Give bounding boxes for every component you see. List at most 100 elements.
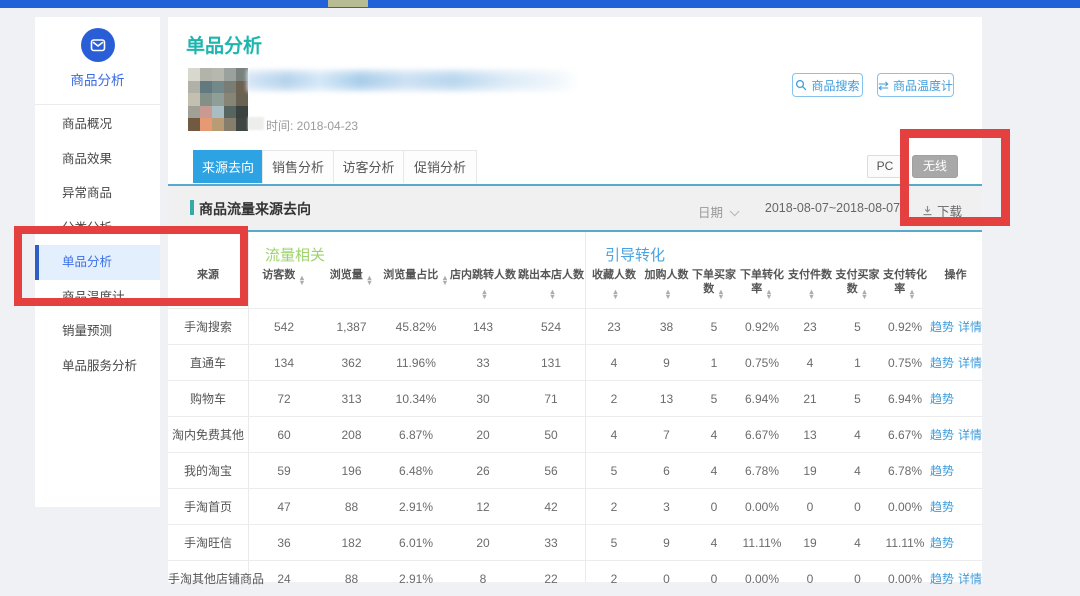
toggle-pc[interactable]: PC	[867, 155, 903, 178]
detail-link[interactable]: 详情	[958, 426, 982, 443]
sort-arrows-icon[interactable]: ▲▼	[298, 275, 305, 285]
tab-0[interactable]: 来源去向	[193, 150, 263, 183]
row-value: 0	[786, 572, 834, 586]
column-header-12[interactable]: 支付转化 率▲▼	[881, 268, 929, 299]
mosaic-cell	[236, 106, 248, 119]
column-header-8[interactable]: 下单买家 数▲▼	[690, 268, 738, 299]
row-value: 6	[643, 464, 690, 478]
row-value: 59	[248, 464, 320, 478]
row-value: 6.87%	[383, 428, 449, 442]
row-value: 42	[517, 500, 585, 514]
trend-link[interactable]: 趋势	[930, 390, 954, 407]
table-header-row: 来源访客数▲▼浏览量▲▼浏览量占比▲▼店内跳转人数 ▲▼跳出本店人数 ▲▼收藏人…	[168, 268, 982, 299]
trend-link[interactable]: 趋势	[930, 462, 954, 479]
mosaic-cell	[200, 93, 212, 106]
sidebar-item-1[interactable]: 商品效果	[35, 142, 160, 177]
sort-arrows-icon[interactable]: ▲▼	[908, 289, 915, 299]
row-value: 0	[786, 500, 834, 514]
row-value: 71	[517, 392, 585, 406]
column-header-6[interactable]: 收藏人数 ▲▼	[585, 268, 643, 299]
row-value: 38	[643, 320, 690, 334]
row-value: 1,387	[320, 320, 383, 334]
row-actions: 趋势详情	[929, 354, 982, 371]
sort-arrows-icon[interactable]: ▲▼	[717, 289, 724, 299]
sidebar-item-7[interactable]: 单品服务分析	[35, 349, 160, 384]
sort-arrows-icon[interactable]: ▲▼	[808, 289, 815, 299]
row-value: 4	[690, 464, 738, 478]
topbar-tab-indicator	[328, 0, 368, 7]
trend-link[interactable]: 趋势	[930, 534, 954, 551]
row-value: 208	[320, 428, 383, 442]
sidebar-item-0[interactable]: 商品概况	[35, 107, 160, 142]
date-range-value: 2018-08-07~2018-08-07	[760, 201, 905, 215]
trend-link[interactable]: 趋势	[930, 318, 954, 335]
trend-link[interactable]: 趋势	[930, 354, 954, 371]
app-logo	[81, 28, 115, 62]
trend-link[interactable]: 趋势	[930, 426, 954, 443]
row-value: 56	[517, 464, 585, 478]
detail-link[interactable]: 详情	[958, 570, 982, 587]
date-filter[interactable]: 日期	[698, 202, 736, 221]
row-value: 5	[834, 392, 881, 406]
row-value: 4	[585, 428, 643, 442]
tab-2[interactable]: 访客分析	[333, 150, 404, 183]
sort-arrows-icon[interactable]: ▲▼	[366, 275, 373, 285]
row-source: 直通车	[168, 354, 248, 371]
detail-link[interactable]: 详情	[958, 318, 982, 335]
sort-arrows-icon[interactable]: ▲▼	[664, 289, 671, 299]
column-header-1[interactable]: 访客数▲▼	[248, 268, 320, 299]
sort-arrows-icon[interactable]: ▲▼	[441, 275, 448, 285]
row-value: 20	[449, 536, 517, 550]
trend-link[interactable]: 趋势	[930, 498, 954, 515]
column-header-5[interactable]: 跳出本店人数 ▲▼	[517, 268, 585, 299]
row-actions: 趋势	[929, 462, 982, 479]
row-value: 0.00%	[881, 500, 929, 514]
mosaic-cell	[200, 81, 212, 94]
row-value: 6.67%	[881, 428, 929, 442]
row-value: 72	[248, 392, 320, 406]
table-body: 手淘搜索5421,38745.82%143524233850.92%2350.9…	[168, 308, 982, 596]
column-header-4[interactable]: 店内跳转人数 ▲▼	[449, 268, 517, 299]
row-value: 19	[786, 536, 834, 550]
sort-arrows-icon[interactable]: ▲▼	[765, 289, 772, 299]
trend-link[interactable]: 趋势	[930, 570, 954, 587]
product-search-button[interactable]: 商品搜索	[792, 73, 863, 97]
section-accent-bar	[190, 200, 194, 215]
column-header-7[interactable]: 加购人数 ▲▼	[643, 268, 690, 299]
row-value: 5	[585, 536, 643, 550]
row-value: 6.78%	[881, 464, 929, 478]
tab-1[interactable]: 销售分析	[262, 150, 334, 183]
sort-arrows-icon[interactable]: ▲▼	[861, 289, 868, 299]
row-value: 33	[517, 536, 585, 550]
mosaic-cell	[224, 68, 236, 81]
row-value: 23	[585, 320, 643, 334]
section-title: 商品流量来源去向	[199, 199, 311, 219]
row-value: 47	[248, 500, 320, 514]
mosaic-cell	[224, 118, 236, 131]
column-header-3[interactable]: 浏览量占比▲▼	[383, 268, 449, 299]
column-header-11[interactable]: 支付买家 数▲▼	[834, 268, 881, 299]
date-filter-label: 日期	[698, 206, 723, 220]
table-row-1: 直通车13436211.96%331314910.75%410.75%趋势详情	[168, 344, 982, 380]
product-title-blurred	[247, 69, 579, 92]
column-header-9[interactable]: 下单转化 率▲▼	[738, 268, 786, 299]
column-header-10[interactable]: 支付件数 ▲▼	[786, 268, 834, 299]
sort-arrows-icon[interactable]: ▲▼	[612, 289, 619, 299]
row-source: 淘内免费其他	[168, 426, 248, 443]
sidebar-item-2[interactable]: 异常商品	[35, 176, 160, 211]
sidebar-item-6[interactable]: 销量预测	[35, 314, 160, 349]
detail-link[interactable]: 详情	[958, 354, 982, 371]
row-value: 0	[643, 572, 690, 586]
mosaic-cell	[188, 81, 200, 94]
row-value: 5	[834, 320, 881, 334]
row-value: 0.92%	[738, 320, 786, 334]
row-value: 542	[248, 320, 320, 334]
sort-arrows-icon[interactable]: ▲▼	[549, 289, 556, 299]
row-source: 手淘旺信	[168, 534, 248, 551]
column-header-2[interactable]: 浏览量▲▼	[320, 268, 383, 299]
product-thermometer-label: 商品温度计	[893, 77, 953, 94]
sort-arrows-icon[interactable]: ▲▼	[481, 289, 488, 299]
tab-bar: 来源去向销售分析访客分析促销分析	[193, 150, 477, 183]
product-thermometer-button[interactable]: ⇄ 商品温度计	[877, 73, 954, 97]
tab-3[interactable]: 促销分析	[403, 150, 477, 183]
